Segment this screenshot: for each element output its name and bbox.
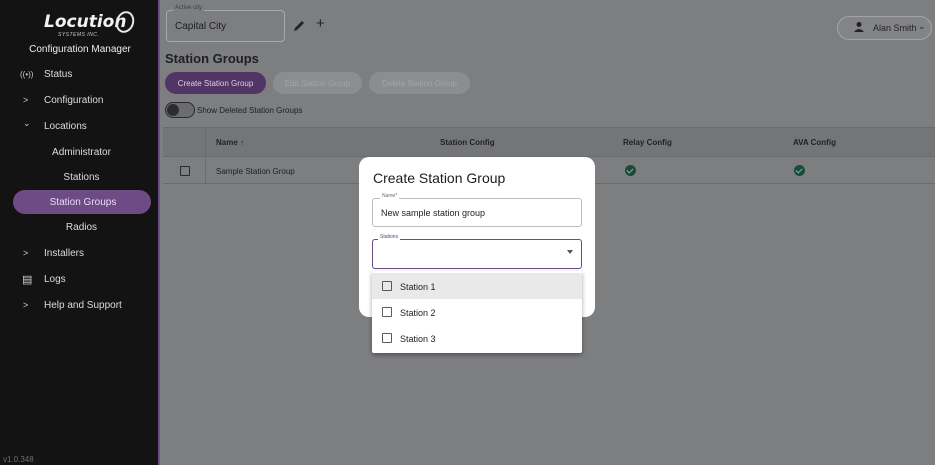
sidebar-item-status[interactable]: ((•)) Status <box>0 61 158 87</box>
app-title: Configuration Manager <box>29 44 131 55</box>
dialog-title: Create Station Group <box>373 170 506 186</box>
signal-icon: ((•)) <box>20 69 34 79</box>
option-checkbox[interactable] <box>382 333 392 343</box>
create-station-group-button[interactable]: Create Station Group <box>165 72 266 94</box>
column-header-name[interactable]: Name ↑ <box>216 138 244 147</box>
show-deleted-label: Show Deleted Station Groups <box>197 106 303 115</box>
chevron-right-icon: > <box>23 248 29 258</box>
option-label: Station 3 <box>400 334 436 344</box>
column-header-station-config[interactable]: Station Config <box>440 138 495 147</box>
row-checkbox[interactable] <box>180 166 190 176</box>
show-deleted-toggle[interactable] <box>165 102 195 118</box>
sidebar-item-label: Radios <box>65 221 98 233</box>
sidebar: Locution SYSTEMS INC. Configuration Mana… <box>0 0 160 465</box>
user-icon <box>854 22 864 32</box>
option-checkbox[interactable] <box>382 307 392 317</box>
sidebar-item-stations[interactable]: Stations <box>0 164 158 190</box>
dropdown-arrow-icon[interactable] <box>567 250 573 254</box>
sidebar-item-station-groups[interactable]: Station Groups <box>13 190 151 214</box>
sidebar-item-label: Locations <box>44 120 87 132</box>
station-option[interactable]: Station 2 <box>372 299 582 325</box>
chevron-right-icon: > <box>23 300 29 310</box>
sidebar-item-label: Stations <box>63 171 100 183</box>
logo-text: Locution <box>44 12 127 32</box>
column-header-relay-config[interactable]: Relay Config <box>623 138 672 147</box>
page-title: Station Groups <box>165 51 259 66</box>
locution-logo: Locution SYSTEMS INC. <box>44 8 138 40</box>
column-header-ava-config[interactable]: AVA Config <box>793 138 836 147</box>
edit-station-group-button[interactable]: Edit Station Group <box>273 72 362 94</box>
chevron-right-icon: > <box>23 95 29 105</box>
add-city-icon[interactable]: + <box>316 16 325 31</box>
option-checkbox[interactable] <box>382 281 392 291</box>
sidebar-item-help-and-support[interactable]: > Help and Support <box>0 292 158 318</box>
delete-station-group-button[interactable]: Delete Station Group <box>369 72 470 94</box>
row-name: Sample Station Group <box>216 167 295 176</box>
station-option[interactable]: Station 3 <box>372 325 582 351</box>
ava-config-ok-icon <box>794 165 805 176</box>
option-label: Station 1 <box>400 282 436 292</box>
sidebar-item-label: Status <box>44 68 73 80</box>
sidebar-item-radios[interactable]: Radios <box>0 214 158 240</box>
sidebar-item-locations[interactable]: ⌄ Locations <box>0 113 158 139</box>
sidebar-item-label: Installers <box>44 247 85 259</box>
stations-select[interactable] <box>372 239 582 269</box>
relay-config-ok-icon <box>625 165 636 176</box>
logo-subtext: SYSTEMS INC. <box>58 32 100 38</box>
sidebar-item-label: Logs <box>44 273 66 285</box>
chevron-down-icon: ⌄ <box>918 21 926 31</box>
stations-select-label: Stations <box>378 234 401 240</box>
sidebar-item-logs[interactable]: ▤ Logs <box>0 266 158 292</box>
user-name: Alan Smith <box>873 23 917 33</box>
sidebar-item-administrator[interactable]: Administrator <box>0 139 158 165</box>
logs-icon: ▤ <box>22 273 33 286</box>
option-label: Station 2 <box>400 308 436 318</box>
active-city-value: Capital City <box>175 21 227 32</box>
sidebar-item-label: Administrator <box>52 146 111 158</box>
active-city-label: Active city <box>173 5 205 11</box>
sidebar-item-label: Station Groups <box>49 196 117 208</box>
station-option[interactable]: Station 1 <box>372 273 582 299</box>
sidebar-item-installers[interactable]: > Installers <box>0 240 158 266</box>
chevron-down-icon: ⌄ <box>23 118 31 128</box>
sidebar-item-configuration[interactable]: > Configuration <box>0 87 158 113</box>
toggle-knob <box>167 104 179 116</box>
name-field-label: Name* <box>380 193 400 199</box>
sidebar-item-label: Configuration <box>44 94 104 106</box>
version-label: v1.0.348 <box>3 455 34 464</box>
pencil-icon[interactable] <box>292 19 306 33</box>
name-field-value: New sample station group <box>381 208 486 218</box>
sidebar-item-label: Help and Support <box>44 299 122 311</box>
